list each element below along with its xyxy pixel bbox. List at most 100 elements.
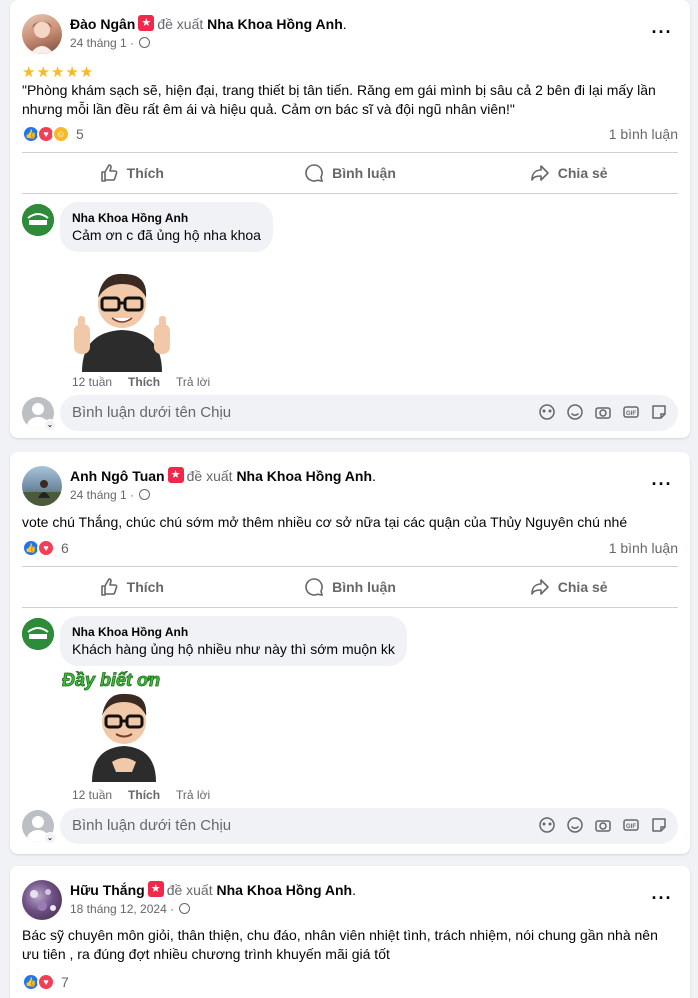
share-button[interactable]: Chia sẻ <box>459 155 678 191</box>
comment-like-button[interactable]: Thích <box>128 375 160 389</box>
comment-reply-button[interactable]: Trả lời <box>176 788 210 802</box>
thumb-up-icon <box>100 164 118 182</box>
post-card: Anh Ngô Tuanđề xuất Nha Khoa Hồng Anh. 2… <box>10 452 690 854</box>
comment-meta: 12 tuần Thích Trả lời <box>72 788 210 802</box>
love-reaction-icon: ♥ <box>37 973 55 991</box>
thumb-up-icon <box>100 578 118 596</box>
post-text: Bác sỹ chuyên môn giỏi, thân thiện, chu … <box>22 927 658 962</box>
chevron-down-icon[interactable]: ⌄ <box>44 832 56 844</box>
comment-label: Bình luận <box>332 579 396 595</box>
more-options-icon[interactable]: ··· <box>648 475 676 498</box>
comment-count[interactable]: 1 bình luận <box>609 540 678 556</box>
page-name[interactable]: Nha Khoa Hồng Anh <box>217 882 353 898</box>
page-name[interactable]: Nha Khoa Hồng Anh <box>236 468 372 484</box>
comment-text: Khách hàng ủng hộ nhiều như này thì sớm … <box>72 641 395 657</box>
author-name[interactable]: Anh Ngô Tuan <box>70 468 165 484</box>
care-reaction-icon: ☺ <box>52 125 70 143</box>
post-card: Hữu Thắngđề xuất Nha Khoa Hồng Anh. 18 t… <box>10 866 690 998</box>
sticker-image: Đầy biết ơn <box>62 666 192 787</box>
share-label: Chia sẻ <box>557 165 608 181</box>
comment-reply-button[interactable]: Trả lời <box>176 375 210 389</box>
comment-button[interactable]: Bình luận <box>241 569 460 605</box>
camera-icon[interactable] <box>594 403 612 421</box>
reaction-summary[interactable]: 👍 ♥ 7 <box>22 972 69 992</box>
like-label: Thích <box>126 165 164 181</box>
like-label: Thích <box>126 579 164 595</box>
avatar-sticker-icon[interactable] <box>538 816 556 834</box>
comment-time[interactable]: 12 tuần <box>72 375 112 389</box>
share-button[interactable]: Chia sẻ <box>459 569 678 605</box>
comment-time[interactable]: 12 tuần <box>72 788 112 802</box>
divider <box>22 607 678 608</box>
gif-icon[interactable]: GIF <box>622 403 640 421</box>
sticker-icon[interactable] <box>650 403 668 421</box>
input-tools: GIF <box>538 816 668 834</box>
page-name[interactable]: Nha Khoa Hồng Anh <box>207 16 343 32</box>
recommend-icon <box>138 15 155 31</box>
recommend-icon <box>147 881 164 897</box>
comment-text: Cảm ơn c đã ủng hộ nha khoa <box>72 227 261 243</box>
emoji-icon[interactable] <box>566 403 584 421</box>
avatar[interactable] <box>22 14 62 54</box>
svg-text:GIF: GIF <box>626 824 636 830</box>
post-actions: Thích Bình luận Chia sẻ <box>22 569 678 605</box>
divider <box>22 152 678 153</box>
emoji-icon[interactable] <box>566 816 584 834</box>
gif-icon[interactable]: GIF <box>622 816 640 834</box>
divider <box>22 566 678 567</box>
more-options-icon[interactable]: ··· <box>648 889 676 912</box>
comment-button[interactable]: Bình luận <box>241 155 460 191</box>
chevron-down-icon[interactable]: ⌄ <box>44 419 56 431</box>
comment-count[interactable]: 1 bình luận <box>609 126 678 142</box>
comment-label: Bình luận <box>332 165 396 181</box>
post-header: Đào Ngânđề xuất Nha Khoa Hồng Anh. <box>70 15 347 32</box>
post-text: vote chú Thắng, chúc chú sớm mở thêm nhi… <box>22 514 628 530</box>
input-tools: GIF <box>538 403 668 421</box>
reaction-summary[interactable]: 👍 ♥ 6 <box>22 538 69 558</box>
post-actions: Thích Bình luận Chia sẻ <box>22 155 678 191</box>
author-name[interactable]: Hữu Thắng <box>70 882 145 898</box>
recommend-icon <box>167 467 184 483</box>
page-avatar[interactable] <box>22 618 54 650</box>
share-label: Chia sẻ <box>557 579 608 595</box>
sticker-image <box>62 262 182 377</box>
post-date[interactable]: 18 tháng 12, 2024 · <box>70 902 174 916</box>
avatar-sticker-icon[interactable] <box>538 403 556 421</box>
sticker-caption: Đầy biết ơn <box>62 670 160 690</box>
like-button[interactable]: Thích <box>22 569 241 605</box>
camera-icon[interactable] <box>594 816 612 834</box>
more-options-icon[interactable]: ··· <box>648 23 676 46</box>
divider <box>22 193 678 194</box>
author-name[interactable]: Đào Ngân <box>70 16 135 32</box>
comment-author[interactable]: Nha Khoa Hồng Anh <box>72 210 261 226</box>
post-date[interactable]: 24 tháng 1 · <box>70 36 134 50</box>
avatar[interactable] <box>22 880 62 920</box>
reaction-count: 6 <box>61 540 69 556</box>
post-date-row: 24 tháng 1 · <box>70 488 151 502</box>
post-header: Hữu Thắngđề xuất Nha Khoa Hồng Anh. <box>70 881 356 898</box>
recommend-label: đề xuất <box>166 882 213 898</box>
comment-icon <box>305 164 324 183</box>
post-date[interactable]: 24 tháng 1 · <box>70 488 134 502</box>
post-date-row: 24 tháng 1 · <box>70 36 151 50</box>
recommend-label: đề xuất <box>186 468 233 484</box>
globe-icon <box>139 37 151 48</box>
comment-bubble: Nha Khoa Hồng Anh Khách hàng ủng hộ nhiề… <box>60 616 407 666</box>
comment-author[interactable]: Nha Khoa Hồng Anh <box>72 624 395 640</box>
comment-input-row: ⌄ Bình luận dưới tên Chịu GIF <box>22 395 678 431</box>
sticker-icon[interactable] <box>650 816 668 834</box>
share-icon <box>530 165 549 181</box>
avatar[interactable] <box>22 466 62 506</box>
reaction-summary[interactable]: 👍 ♥ ☺ 5 <box>22 124 84 144</box>
page-avatar[interactable] <box>22 204 54 236</box>
love-reaction-icon: ♥ <box>37 539 55 557</box>
comment-like-button[interactable]: Thích <box>128 788 160 802</box>
post-text: "Phòng khám sạch sẽ, hiện đại, trang thi… <box>22 82 656 117</box>
comment-bubble: Nha Khoa Hồng Anh Cảm ơn c đã ủng hộ nha… <box>60 202 273 252</box>
like-button[interactable]: Thích <box>22 155 241 191</box>
globe-icon <box>139 489 151 500</box>
comment-meta: 12 tuần Thích Trả lời <box>72 375 210 389</box>
reaction-count: 5 <box>76 126 84 142</box>
globe-icon <box>179 903 191 914</box>
rating-stars: ★★★★★ <box>22 64 95 81</box>
